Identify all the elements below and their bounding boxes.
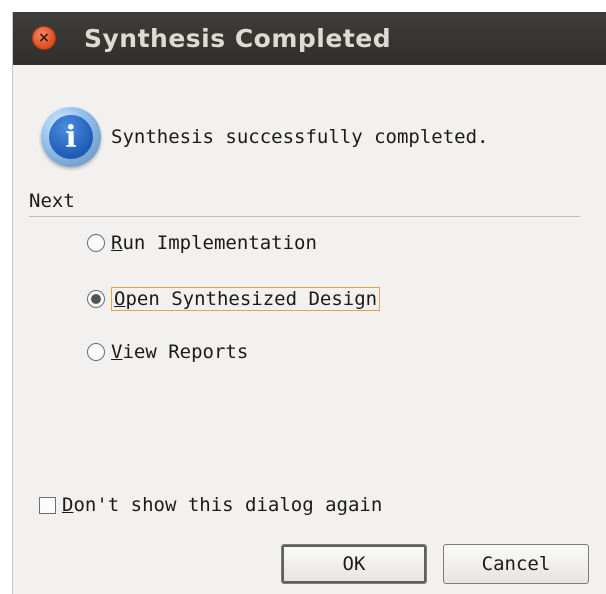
option-label[interactable]: Open Synthesized Design xyxy=(111,287,381,311)
section-separator xyxy=(29,216,580,217)
dont-show-again-checkbox[interactable] xyxy=(39,496,56,514)
radio-view-reports[interactable] xyxy=(87,343,105,361)
title-bar: × Synthesis Completed xyxy=(13,12,606,65)
next-section-label: Next xyxy=(29,190,75,212)
option-label[interactable]: View Reports xyxy=(111,341,248,363)
info-icon-glyph: i xyxy=(49,115,93,159)
radio-run-implementation[interactable] xyxy=(87,234,105,252)
dialog-window: × Synthesis Completed i Synthesis succes… xyxy=(12,12,606,594)
status-message: Synthesis successfully completed. xyxy=(111,126,489,148)
option-view-reports[interactable]: View Reports xyxy=(87,341,248,363)
dialog-title: Synthesis Completed xyxy=(84,24,392,53)
option-open-synthesized-design[interactable]: Open Synthesized Design xyxy=(87,287,381,311)
radio-open-synthesized-design[interactable] xyxy=(87,290,105,308)
dont-show-again-label[interactable]: Don't show this dialog again xyxy=(62,494,382,516)
close-icon[interactable]: × xyxy=(32,26,56,50)
cancel-button[interactable]: Cancel xyxy=(443,544,589,584)
option-label[interactable]: Run Implementation xyxy=(111,232,317,254)
option-run-implementation[interactable]: Run Implementation xyxy=(87,232,317,254)
dont-show-again-row[interactable]: Don't show this dialog again xyxy=(39,494,382,516)
ok-button[interactable]: OK xyxy=(281,544,427,584)
info-icon: i xyxy=(41,107,101,167)
